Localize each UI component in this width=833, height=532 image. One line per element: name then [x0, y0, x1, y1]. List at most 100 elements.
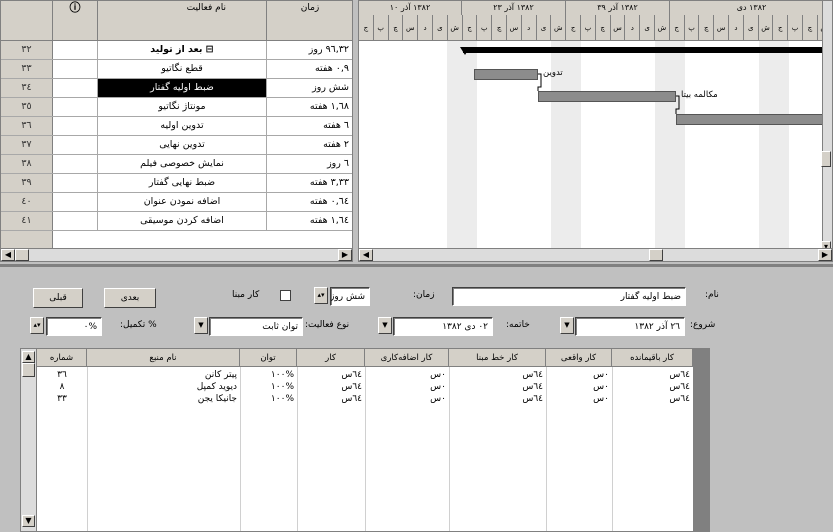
task-info	[53, 117, 98, 135]
scroll-right-icon[interactable]: ▶	[818, 249, 832, 261]
task-duration[interactable]: ٢ هفته	[267, 136, 352, 154]
task-info	[53, 193, 98, 211]
task-name[interactable]: ضبط اولیه گفتار	[98, 79, 267, 97]
start-dropdown-icon[interactable]: ▼	[560, 317, 574, 334]
scroll-down-icon[interactable]: ▼	[22, 515, 35, 527]
task-name[interactable]: تدوین اولیه	[98, 117, 267, 135]
task-name[interactable]: نمایش خصوصی فیلم	[98, 155, 267, 173]
task-duration[interactable]: ٦ هفته	[267, 117, 352, 135]
task-name-text: بعد از تولید	[150, 44, 203, 55]
finish-field[interactable]: ٠٢ دی ١٣٨٢	[393, 317, 493, 336]
task-name[interactable]: ⊟ بعد از تولید	[98, 41, 267, 59]
task-name[interactable]: اضافه نمودن عنوان	[98, 193, 267, 211]
task-name[interactable]: تدوین نهایی	[98, 136, 267, 154]
finish-dropdown-icon[interactable]: ▼	[378, 317, 392, 334]
res-work[interactable]: ٦٤س	[297, 393, 365, 406]
res-actual[interactable]: ٠س	[546, 393, 612, 406]
row-header-corner[interactable]	[1, 1, 53, 41]
dependency-arrows	[537, 73, 680, 114]
task-duration[interactable]: ٩٦,٣٢ روز	[267, 41, 352, 59]
task-duration[interactable]: ٠,٦٤ هفته	[267, 193, 352, 211]
task-row[interactable]: ٣٨ نمایش خصوصی فیلم ٦ روز	[1, 155, 352, 174]
task-id: ٣٧	[1, 136, 53, 154]
task-duration[interactable]: ١,٦٤ هفته	[267, 212, 352, 230]
info-icon: ⓘ	[69, 1, 81, 14]
res-baseline[interactable]: ٦٤س	[449, 393, 546, 406]
name-column-header[interactable]: نام فعالیت	[98, 1, 267, 41]
task-id: ٣٦	[1, 117, 53, 135]
task-name-field[interactable]: ضبط اولیه گفتار	[452, 287, 686, 306]
duration-spin-icon[interactable]: ▴▾	[314, 287, 328, 304]
task-row[interactable]: ٣٥ مونتاژ نگاتیو ١,٦٨ هفته	[1, 98, 352, 117]
col-header-units[interactable]: توان	[240, 349, 297, 367]
task-row[interactable]: ٣٦ تدوین اولیه ٦ هفته	[1, 117, 352, 136]
gantt-chart[interactable]: ١٣٨٢ آذر ١٠ ١٣٨٢ آذر ٢٣ ١٣٨٢ آذر ٣٩ ١٣٨٢…	[358, 0, 833, 262]
estimated-checkbox[interactable]	[280, 290, 291, 301]
task-id: ٣٢	[1, 41, 53, 59]
res-name[interactable]: جانیکا یجن	[87, 393, 240, 406]
task-duration[interactable]: ١,٦٨ هفته	[267, 98, 352, 116]
task-duration[interactable]: ٦ روز	[267, 155, 352, 173]
task-duration[interactable]: شش روز	[267, 79, 352, 97]
task-grid[interactable]: ⓘ نام فعالیت زمان ٣٢ ⊟ بعد از تولید ٩٦,٣…	[0, 0, 353, 262]
res-id[interactable]: ٣٣	[37, 393, 87, 406]
task-row[interactable]: ٣٧ تدوین نهایی ٢ هفته	[1, 136, 352, 155]
collapse-icon[interactable]: ⊟	[206, 44, 214, 55]
task-duration[interactable]: ٠,٩ هفته	[267, 60, 352, 78]
task-row[interactable]: ٣٣ قطع نگاتیو ٠,٩ هفته	[1, 60, 352, 79]
task-info	[53, 79, 98, 97]
col-header-work[interactable]: کار	[297, 349, 365, 367]
task-name[interactable]: ضبط نهایی گفتار	[98, 174, 267, 192]
task-id: ٤١	[1, 212, 53, 230]
task-type-dropdown-icon[interactable]: ▼	[194, 317, 208, 334]
task-name[interactable]: مونتاژ نگاتیو	[98, 98, 267, 116]
col-header-actual-work[interactable]: کار واقعی	[546, 349, 612, 367]
scroll-right-icon[interactable]: ▶	[338, 249, 352, 261]
next-button[interactable]: بعدی	[104, 288, 156, 308]
col-header-id[interactable]: شماره	[37, 349, 87, 367]
task-name[interactable]: قطع نگاتیو	[98, 60, 267, 78]
task-row[interactable]: ٤١ اضافه کردن موسیقی ١,٦٤ هفته	[1, 212, 352, 231]
res-units[interactable]: %١٠٠	[240, 393, 297, 406]
duration-label: زمان:	[413, 290, 435, 300]
info-column-header[interactable]: ⓘ	[53, 1, 98, 41]
split-divider[interactable]	[0, 264, 833, 267]
pct-complete-label: % تکمیل:	[120, 320, 157, 330]
scroll-up-icon[interactable]: ▲	[22, 351, 35, 363]
task-id: ٣٩	[1, 174, 53, 192]
col-header-overtime-work[interactable]: کار اضافه‌کاری	[365, 349, 449, 367]
scroll-thumb[interactable]	[821, 151, 831, 167]
task-row[interactable]: ٤٠ اضافه نمودن عنوان ٠,٦٤ هفته	[1, 193, 352, 212]
pct-spin-icon[interactable]: ▴▾	[30, 317, 44, 334]
scroll-thumb[interactable]	[15, 249, 29, 261]
duration-column-header[interactable]: زمان	[267, 1, 352, 41]
col-header-baseline-work[interactable]: کار خط مبنا	[449, 349, 546, 367]
resource-vscroll[interactable]: ▲ ▼	[21, 349, 37, 531]
task-name[interactable]: اضافه کردن موسیقی	[98, 212, 267, 230]
duration-field[interactable]: شش روز	[330, 287, 370, 306]
gantt-vscroll[interactable]: ▾	[821, 1, 832, 261]
scroll-left-icon[interactable]: ◀	[1, 249, 15, 261]
start-field[interactable]: ٢٦ آذر ١٣٨٢	[575, 317, 685, 336]
task-id: ٣٨	[1, 155, 53, 173]
task-grid-hscroll[interactable]: ◀ ▶	[0, 248, 353, 262]
gantt-hscroll[interactable]: ◀ ▶	[358, 248, 833, 262]
task-row[interactable]: ٣٢ ⊟ بعد از تولید ٩٦,٣٢ روز	[1, 41, 352, 60]
task-info	[53, 98, 98, 116]
task-row[interactable]: ٣٩ ضبط نهایی گفتار ٣,٣٣ هفته	[1, 174, 352, 193]
prev-button[interactable]: قبلی	[33, 288, 83, 308]
pct-complete-field[interactable]: %٠	[46, 317, 102, 336]
resource-table[interactable]: شماره نام منبع توان کار کار اضافه‌کاری ک…	[20, 348, 710, 532]
task-duration[interactable]: ٣,٣٣ هفته	[267, 174, 352, 192]
scroll-thumb[interactable]	[22, 363, 35, 377]
col-header-remaining-work[interactable]: کار باقیمانده	[612, 349, 693, 367]
res-remaining[interactable]: ٦٤س	[612, 393, 693, 406]
scroll-thumb[interactable]	[649, 249, 663, 261]
task-info	[53, 174, 98, 192]
task-row-selected[interactable]: ٣٤ ضبط اولیه گفتار شش روز	[1, 79, 352, 98]
task-type-field[interactable]: توان ثابت	[209, 317, 303, 336]
res-overtime[interactable]: ٠س	[365, 393, 449, 406]
col-header-resource-name[interactable]: نام منبع	[87, 349, 240, 367]
finish-label: خاتمه:	[506, 320, 530, 330]
scroll-left-icon[interactable]: ◀	[359, 249, 373, 261]
